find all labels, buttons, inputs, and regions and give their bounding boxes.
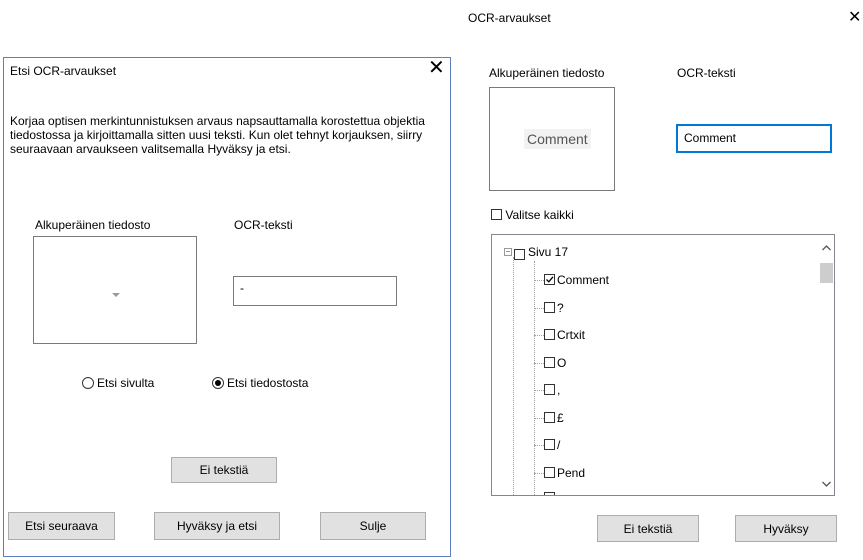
checkbox-icon[interactable]	[544, 329, 555, 340]
suspects-tree[interactable]: − Sivu 17 Comment? Crtxit O, £ / Pend	[491, 234, 835, 496]
close-icon[interactable]: ✕	[428, 56, 445, 80]
tree-item[interactable]: O	[544, 355, 566, 371]
tree-root-page[interactable]: − Sivu 17	[504, 244, 568, 260]
checkbox-icon[interactable]	[544, 492, 555, 495]
radio-button-selected-icon	[212, 377, 224, 389]
tree-item[interactable]: Pend	[544, 465, 585, 481]
accept-button[interactable]: Hyväksy	[735, 515, 837, 542]
accept-and-find-button[interactable]: Hyväksy ja etsi	[154, 512, 280, 540]
scroll-down-icon[interactable]	[818, 475, 834, 492]
collapse-icon[interactable]: −	[504, 248, 512, 256]
vertical-scrollbar[interactable]	[818, 235, 834, 495]
select-all-checkbox[interactable]: Valitse kaikki	[491, 208, 574, 222]
radio-button-icon	[82, 377, 94, 389]
dialog-title: OCR-arvaukset	[468, 11, 551, 25]
ocr-text-input[interactable]: Comment	[676, 124, 832, 153]
tree-item[interactable]: ,	[544, 382, 560, 398]
checkbox-icon	[491, 209, 502, 220]
tree-item[interactable]: /	[544, 437, 560, 453]
checkbox-icon[interactable]	[544, 439, 555, 450]
checkbox-icon[interactable]	[514, 249, 525, 260]
instructions-text: Korjaa optisen merkintunnistuksen arvaus…	[10, 114, 425, 156]
find-ocr-dialog: Etsi OCR-arvaukset ✕ Korjaa optisen merk…	[3, 57, 451, 557]
tree-item[interactable]: Crtxit	[544, 327, 585, 343]
scroll-thumb[interactable]	[820, 263, 833, 283]
dialog-title: Etsi OCR-arvaukset	[10, 64, 117, 78]
original-file-label: Alkuperäinen tiedosto	[35, 218, 151, 232]
original-file-label: Alkuperäinen tiedosto	[489, 66, 605, 80]
no-text-button[interactable]: Ei tekstiä	[171, 457, 277, 483]
ocr-text-label: OCR-teksti	[677, 66, 736, 80]
close-icon[interactable]: ✕	[848, 7, 861, 27]
tree-item[interactable]: Comment	[544, 272, 609, 288]
caret-down-icon	[112, 293, 120, 297]
scroll-up-icon[interactable]	[818, 239, 834, 256]
radio-search-page[interactable]: Etsi sivulta	[82, 376, 154, 390]
original-image-preview	[33, 236, 197, 344]
checkbox-icon[interactable]	[544, 301, 555, 313]
checkbox-icon[interactable]	[544, 384, 555, 395]
checkbox-icon[interactable]	[544, 411, 555, 423]
close-button[interactable]: Sulje	[320, 512, 426, 540]
radio-search-document[interactable]: Etsi tiedostosta	[212, 376, 308, 390]
tree-item[interactable]: £	[544, 410, 564, 426]
no-text-button[interactable]: Ei tekstiä	[597, 515, 699, 542]
original-image-preview: Comment	[489, 87, 615, 191]
ocr-text-input[interactable]: -	[233, 276, 397, 306]
preview-word: Comment	[524, 129, 591, 149]
checkbox-checked-icon[interactable]	[544, 274, 555, 285]
ocr-text-label: OCR-teksti	[234, 218, 293, 232]
find-next-button[interactable]: Etsi seuraava	[8, 512, 115, 540]
checkbox-icon[interactable]	[544, 356, 555, 368]
ocr-suspects-dialog: OCR-arvaukset ✕ Alkuperäinen tiedosto OC…	[465, 0, 863, 560]
tree-item[interactable]: ?	[544, 300, 564, 316]
checkbox-icon[interactable]	[544, 466, 555, 478]
